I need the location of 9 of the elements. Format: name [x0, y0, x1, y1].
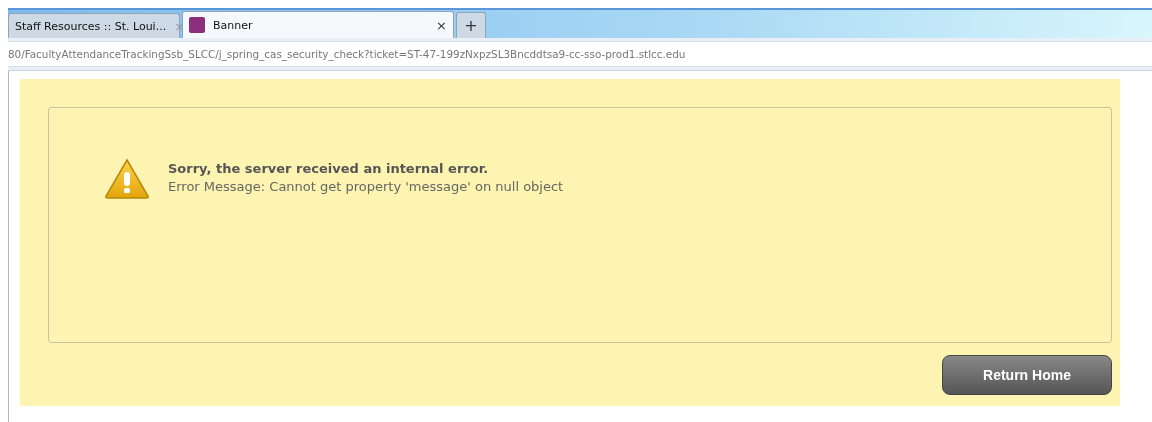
return-home-button[interactable]: Return Home: [942, 355, 1112, 395]
site-favicon-icon: [189, 17, 205, 33]
error-message: Error Message: Cannot get property 'message' on null object: [168, 179, 564, 194]
error-title: Sorry, the server received an internal error.: [168, 161, 490, 176]
warning-icon: [104, 158, 150, 200]
address-field[interactable]: 80/FacultyAttendanceTrackingSsb_SLCC/j_spring_cas_security_check?ticket=ST-47-199zNxpzSL3Bncddtsa9-cc-sso-prod1.stlcc.edu: [8, 41, 1152, 67]
browser-tab[interactable]: Banner ×: [182, 11, 454, 38]
new-tab-button[interactable]: +: [456, 12, 486, 38]
close-icon[interactable]: ×: [436, 17, 447, 33]
